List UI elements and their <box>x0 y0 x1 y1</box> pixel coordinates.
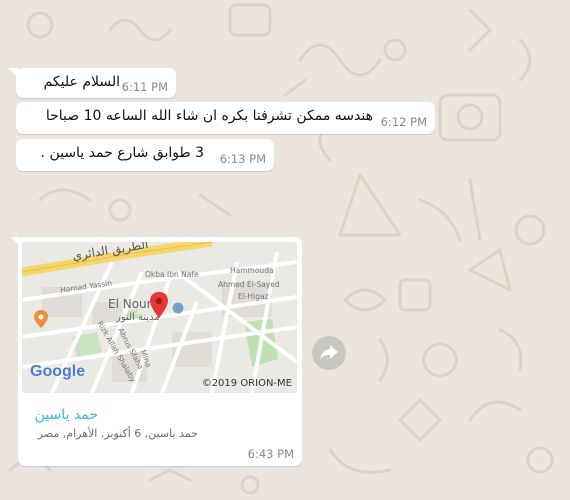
forward-arrow-icon <box>320 345 338 360</box>
bubble-tail <box>9 68 18 78</box>
message-time: 6:13 PM <box>219 152 266 166</box>
map-street-label: Ahmed El-Sayed <box>218 280 280 289</box>
message-time: 6:11 PM <box>121 80 168 94</box>
google-logo: Google <box>30 363 86 380</box>
forward-button[interactable] <box>312 336 346 370</box>
message-time: 6:12 PM <box>380 115 427 129</box>
message-text: هندسه ممكن تشرفنا بكره ان شاء الله الساع… <box>45 108 373 124</box>
location-address: حمد ياسين, 6 أكتوبر, الأهرام, مصر <box>37 427 198 440</box>
map-preview[interactable]: الطريق الدائري Hammouda Okba Ibn Nafe Ha… <box>22 242 297 393</box>
map-pin-icon <box>150 292 168 318</box>
poi-icon <box>34 310 48 328</box>
message-text: 3 طوابق شارع حمد ياسين . <box>40 145 204 161</box>
message-bubble[interactable]: السلام عليكم 6:11 PM <box>9 68 176 98</box>
map-place-en: El Nour <box>108 297 152 311</box>
map-street-label: Hammouda <box>230 266 274 275</box>
bubble-tail <box>11 237 20 247</box>
map-place-icon <box>172 302 184 314</box>
location-message[interactable]: الطريق الدائري Hammouda Okba Ibn Nafe Ha… <box>11 237 302 466</box>
map-street-label: Okba Ibn Nafe <box>145 270 199 279</box>
map-street-label: El-Higaz <box>238 292 269 301</box>
message-bubble[interactable]: هندسه ممكن تشرفنا بكره ان شاء الله الساع… <box>16 102 435 134</box>
map-copyright: ©2019 ORION-ME <box>201 378 292 389</box>
location-title[interactable]: حمد ياسين <box>35 407 98 423</box>
message-time: 6:43 PM <box>247 447 294 461</box>
message-text: السلام عليكم <box>43 74 120 90</box>
message-bubble[interactable]: 3 طوابق شارع حمد ياسين . 6:13 PM <box>16 139 274 171</box>
